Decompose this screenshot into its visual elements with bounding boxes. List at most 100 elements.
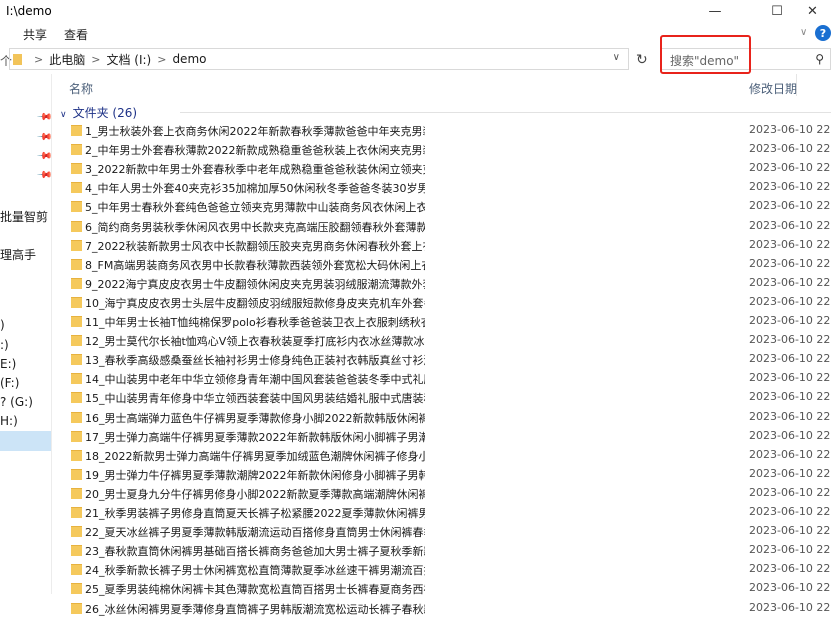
file-list: 名称 修改日期 ∨ 文件夹 (26) 1_男士秋装外套上衣商务休闲2022年新款春… (52, 74, 831, 616)
folder-row[interactable]: 10_海宁真皮皮衣男士头层牛皮翻领皮羽绒服短款修身皮夹克机车外套冬 2023-06… (52, 293, 831, 312)
folder-icon (71, 411, 82, 423)
folder-modified-date: 2023-06-10 22:44 (749, 256, 831, 270)
folder-name: 23_春秋款直筒休闲裤男基础百搭长裤商务爸爸加大男士裤子夏秋季新款 (85, 545, 425, 559)
folder-icon (71, 125, 82, 136)
folder-name: 16_男士高端弹力蓝色牛仔裤男夏季薄款修身小脚2022新款韩版休闲裤子 (85, 411, 425, 425)
folder-row[interactable]: 26_冰丝休闲裤男夏季薄修身直筒裤子男韩版潮流宽松运动长裤子春秋款 2023-06… (52, 599, 831, 618)
folder-row[interactable]: 11_中年男士长袖T恤纯棉保罗polo衫春秋季爸爸装卫衣上衣服刺绣秋衣 2023-… (52, 312, 831, 331)
folder-icon (71, 277, 82, 289)
folder-modified-date: 2023-06-10 22:44 (749, 466, 831, 480)
folder-icon (71, 449, 82, 461)
folder-row[interactable]: 15_中山装男青年修身中华立领西装套装中国风男装结婚礼服中式唐装秋 2023-06… (52, 388, 831, 407)
folder-row[interactable]: 23_春秋款直筒休闲裤男基础百搭长裤商务爸爸加大男士裤子夏秋季新款 2023-06… (52, 541, 831, 560)
folder-row[interactable]: 3_2022新款中年男士外套春秋季中老年成熟稳重爸爸秋装休闲立领夹克 2023-0… (52, 159, 831, 178)
folder-modified-date: 2023-06-10 22:44 (749, 123, 831, 136)
folder-row[interactable]: 12_男士莫代尔长袖t恤鸡心V领上衣春秋装夏季打底衫内衣冰丝薄款冰感 2023-0… (52, 331, 831, 350)
folder-row[interactable]: 24_秋季新款长裤子男士休闲裤宽松直筒薄款夏季冰丝速干裤男潮流百搭 2023-06… (52, 560, 831, 579)
folder-row[interactable]: 1_男士秋装外套上衣商务休闲2022年新款春秋季薄款爸爸中年夹克男装 2023-0… (52, 121, 831, 140)
folder-row[interactable]: 19_男士弹力牛仔裤男夏季薄款潮牌2022年新款休闲修身小脚裤子男韩版 2023-… (52, 465, 831, 484)
folder-row[interactable]: 14_中山装男中老年中华立领修身青年潮中国风套装爸爸装冬季中式礼服 2023-06… (52, 369, 831, 388)
search-icon[interactable]: ⚲ (815, 52, 824, 66)
close-icon: ✕ (807, 3, 818, 19)
folder-row[interactable]: 13_春秋季高级感桑蚕丝长袖衬衫男士修身纯色正装衬衣韩版真丝寸衫潮 2023-06… (52, 350, 831, 369)
minimize-icon: — (708, 3, 722, 19)
pin-icon[interactable]: 📌 (36, 167, 53, 184)
tab-view[interactable]: 查看 (64, 26, 88, 43)
folder-name: 22_夏天冰丝裤子男夏季薄款韩版潮流运动百搭修身直筒男士休闲裤春季 (85, 526, 425, 540)
group-divider (180, 112, 831, 113)
sidebar-item-expert[interactable]: 理高手 (0, 246, 36, 263)
breadcrumb-documents-drive[interactable]: 文档 (I:) (106, 51, 151, 68)
address-bar[interactable]: > 此电脑 > 文档 (I:) > demo ∨ (9, 48, 629, 70)
folder-modified-date: 2023-06-10 22:44 (749, 562, 831, 576)
sidebar-item-selected[interactable] (0, 431, 51, 451)
minimize-button[interactable]: — (692, 0, 738, 22)
pin-icon[interactable]: 📌 (36, 129, 53, 146)
folder-modified-date: 2023-06-10 22:44 (749, 199, 831, 213)
folder-name: 19_男士弹力牛仔裤男夏季薄款潮牌2022年新款休闲修身小脚裤子男韩版 (85, 468, 425, 482)
column-header-name[interactable]: 名称 (69, 80, 93, 97)
folder-icon (71, 144, 82, 156)
folder-row[interactable]: 7_2022秋装新款男士风衣中长款翻领压胶夹克男商务休闲春秋外套上衣 2023-0… (52, 236, 831, 255)
folder-row[interactable]: 18_2022新款男士弹力高端牛仔裤男夏季加绒蓝色潮牌休闲裤子修身小脚 2023-… (52, 446, 831, 465)
column-header-modified[interactable]: 修改日期 (749, 80, 797, 97)
folder-modified-date: 2023-06-10 22:44 (749, 314, 831, 327)
folder-row[interactable]: 4_中年人男士外套40夹克衫35加棉加厚50休闲秋冬季爸爸冬装30岁男装 2023… (52, 178, 831, 197)
folder-row[interactable]: 21_秋季男装裤子男修身直筒夏天长裤子松紧腰2022夏季薄款休闲裤男士 2023-… (52, 503, 831, 522)
folder-icon (71, 239, 82, 251)
navigation-pane: 📌 📌 📌 📌 批量智剪 理高手 ) :) E:) (F:) ? (G:) H:… (0, 74, 53, 594)
chevron-down-icon[interactable]: ∨ (613, 52, 620, 63)
folder-modified-date: 2023-06-10 22:44 (749, 543, 831, 557)
folder-icon (71, 564, 82, 576)
title-bar: I:\demo — ☐ ✕ (0, 0, 831, 22)
folder-row[interactable]: 20_男士夏身九分牛仔裤男修身小脚2022新款夏季薄款高端潮牌休闲裤子 2023-… (52, 484, 831, 503)
folder-icon (13, 53, 22, 65)
folder-row[interactable]: 5_中年男士春秋外套纯色爸爸立领夹克男薄款中山装商务风衣休闲上衣 2023-06-… (52, 197, 831, 216)
folder-row[interactable]: 9_2022海宁真皮皮衣男士牛皮翻领休闲皮夹克男装羽绒服潮流薄款外套 2023-0… (52, 274, 831, 293)
chevron-right-icon[interactable]: > (34, 53, 43, 66)
folder-row[interactable]: 16_男士高端弹力蓝色牛仔裤男夏季薄款修身小脚2022新款韩版休闲裤子 2023-… (52, 408, 831, 427)
folder-modified-date: 2023-06-10 22:44 (749, 294, 831, 308)
folder-row[interactable]: 25_夏季男装纯棉休闲裤卡其色薄款宽松直筒百搭男士长裤春夏商务西裤 2023-06… (52, 579, 831, 598)
folder-modified-date: 2023-06-10 22:44 (749, 505, 831, 518)
folder-row[interactable]: 6_简约商务男装秋季休闲风衣男中长款夹克高端压胶翻领春秋外套薄款 2023-06-… (52, 217, 831, 236)
folder-icon (71, 392, 82, 404)
folder-name: 18_2022新款男士弹力高端牛仔裤男夏季加绒蓝色潮牌休闲裤子修身小脚 (85, 449, 425, 463)
pin-icon[interactable]: 📌 (36, 109, 53, 126)
sidebar-item-drive-f[interactable]: (F:) (0, 376, 19, 390)
folder-modified-date: 2023-06-10 22:44 (749, 390, 831, 404)
sidebar-item-drive-g[interactable]: ? (G:) (0, 395, 33, 409)
tab-share[interactable]: 共享 (23, 26, 47, 43)
folder-name: 10_海宁真皮皮衣男士头层牛皮翻领皮羽绒服短款修身皮夹克机车外套冬 (85, 296, 425, 310)
chevron-right-icon[interactable]: > (91, 53, 100, 66)
sidebar-item-batch-edit[interactable]: 批量智剪 (0, 208, 48, 225)
folder-name: 8_FM高端男装商务风衣男中长款春秋薄款西装领外套宽松大码休闲上衣 (85, 258, 425, 272)
folder-row[interactable]: 8_FM高端男装商务风衣男中长款春秋薄款西装领外套宽松大码休闲上衣 2023-06… (52, 255, 831, 274)
ribbon-expand-icon[interactable]: ∨ (800, 27, 807, 38)
folder-icon (71, 602, 82, 614)
folder-modified-date: 2023-06-10 22:44 (749, 581, 831, 595)
refresh-icon[interactable]: ↻ (636, 52, 648, 68)
sidebar-item-drive-d[interactable]: :) (0, 338, 9, 352)
folder-name: 6_简约商务男装秋季休闲风衣男中长款夹克高端压胶翻领春秋外套薄款 (85, 220, 425, 234)
folder-modified-date: 2023-06-10 22:44 (749, 409, 831, 423)
folder-name: 21_秋季男装裤子男修身直筒夏天长裤子松紧腰2022夏季薄款休闲裤男士 (85, 507, 425, 520)
folder-modified-date: 2023-06-10 22:44 (749, 218, 831, 232)
chevron-right-icon[interactable]: > (157, 53, 166, 66)
close-button[interactable]: ✕ (794, 0, 831, 22)
sidebar-item-drive-h[interactable]: H:) (0, 414, 18, 428)
group-header-folders[interactable]: ∨ 文件夹 (26) (60, 104, 137, 121)
folder-icon (71, 545, 82, 557)
sidebar-item-drive-c[interactable]: ) (0, 318, 5, 332)
folder-icon (71, 316, 82, 327)
breadcrumb-demo[interactable]: demo (172, 52, 206, 66)
breadcrumb-this-pc[interactable]: 此电脑 (49, 51, 85, 68)
folder-name: 13_春秋季高级感桑蚕丝长袖衬衫男士修身纯色正装衬衣韩版真丝寸衫潮 (85, 354, 425, 368)
folder-row[interactable]: 22_夏天冰丝裤子男夏季薄款韩版潮流运动百搭修身直筒男士休闲裤春季 2023-06… (52, 522, 831, 541)
pin-icon[interactable]: 📌 (36, 148, 53, 165)
sidebar-item-drive-e[interactable]: E:) (0, 357, 16, 371)
folder-row[interactable]: 2_中年男士外套春秋薄款2022新款成熟稳重爸爸秋装上衣休闲夹克男装 2023-0… (52, 140, 831, 159)
help-icon[interactable]: ? (815, 25, 831, 41)
folder-modified-date: 2023-06-10 22:44 (749, 371, 831, 385)
folder-row[interactable]: 17_男士弹力高端牛仔裤男夏季薄款2022年新款韩版休闲小脚裤子男潮牌 2023-… (52, 427, 831, 446)
